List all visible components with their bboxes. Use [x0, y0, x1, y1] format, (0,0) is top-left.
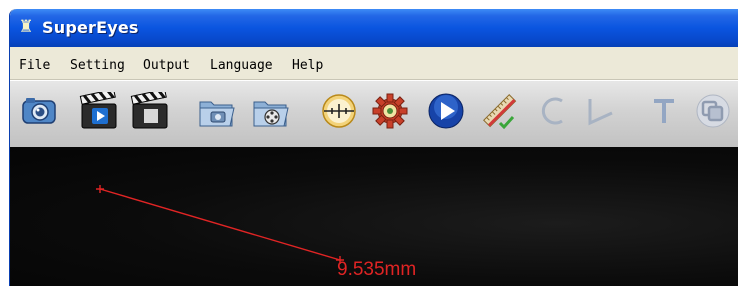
- angle-tool-button[interactable]: [580, 91, 620, 131]
- open-videos-folder-icon: [253, 101, 289, 127]
- measurement-value: 9.535mm: [337, 259, 417, 280]
- menu-language[interactable]: Language: [210, 57, 273, 75]
- calibrate-ruler-button[interactable]: [480, 91, 520, 131]
- app-window: ♜ SuperEyes File Setting Output Language…: [9, 9, 738, 286]
- menu-setting[interactable]: Setting: [70, 57, 125, 75]
- play-icon: [428, 93, 464, 129]
- open-videos-button[interactable]: [251, 91, 291, 131]
- menu-output[interactable]: Output: [143, 57, 190, 75]
- toolbar: [10, 80, 738, 148]
- open-photos-button[interactable]: [197, 91, 237, 131]
- settings-gear-icon: [372, 93, 408, 129]
- overlay-tool-button[interactable]: [693, 91, 733, 131]
- menu-file[interactable]: File: [19, 57, 50, 75]
- arc-tool-icon: [541, 97, 563, 125]
- title-bar[interactable]: ♜ SuperEyes: [10, 9, 738, 47]
- overlay-tool-icon: [696, 94, 730, 128]
- text-tool-icon: [654, 99, 674, 123]
- settings-button[interactable]: [370, 91, 410, 131]
- arc-tool-button[interactable]: [534, 91, 574, 131]
- menu-bar: File Setting Output Language Help: [10, 51, 738, 80]
- window-title: SuperEyes: [42, 18, 139, 37]
- record-video-icon: [79, 92, 117, 129]
- stop-video-icon: [130, 92, 168, 129]
- capture-photo-button[interactable]: [19, 91, 59, 131]
- angle-tool-icon: [588, 99, 613, 126]
- record-video-button[interactable]: [79, 91, 119, 131]
- stop-video-button[interactable]: [130, 91, 170, 131]
- menu-help[interactable]: Help: [292, 57, 323, 75]
- text-tool-button[interactable]: [644, 91, 684, 131]
- play-button[interactable]: [426, 91, 466, 131]
- microscope-icon: ♜: [18, 17, 34, 37]
- crosshair-button[interactable]: [319, 91, 359, 131]
- ruler-calibrate-icon: [483, 94, 517, 130]
- camera-viewport[interactable]: 9.535mm: [10, 147, 738, 286]
- crosshair-icon: [322, 94, 356, 128]
- camera-icon: [22, 98, 56, 124]
- open-photos-folder-icon: [199, 101, 235, 127]
